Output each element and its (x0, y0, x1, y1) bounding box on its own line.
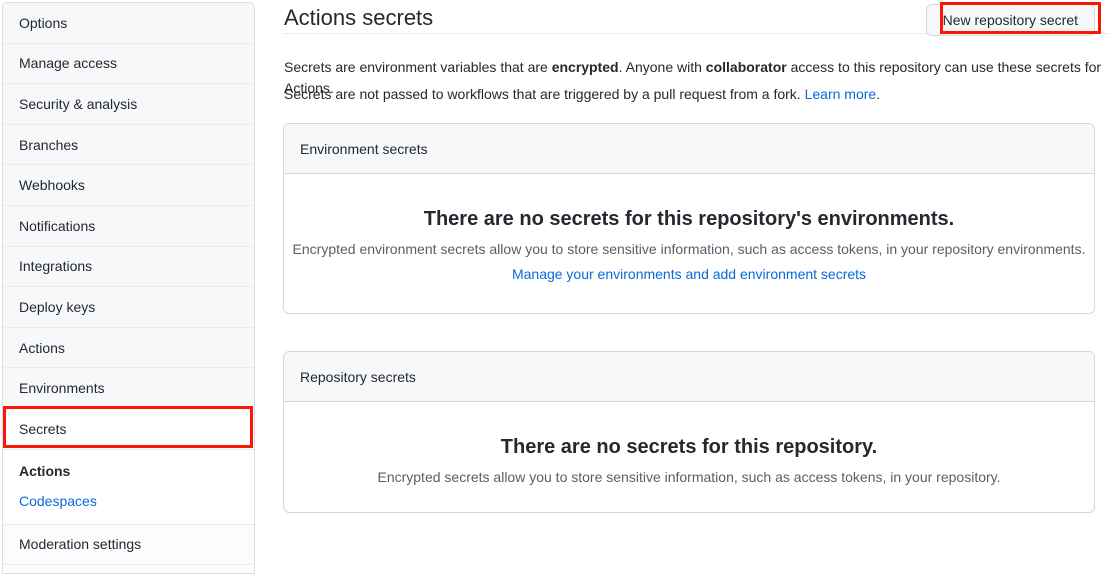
sidebar-item-webhooks[interactable]: Webhooks (3, 165, 254, 206)
card-title: Repository secrets (300, 368, 416, 385)
desc-text: Secrets are not passed to workflows that… (284, 86, 805, 102)
sidebar-item-label: Branches (19, 136, 79, 153)
sidebar-item-integrations[interactable]: Integrations (3, 246, 254, 288)
secrets-description-line-2: Secrets are not passed to workflows that… (284, 84, 880, 105)
environment-secrets-empty-state: There are no secrets for this repository… (284, 174, 1094, 312)
sidebar-item-label: Options (19, 14, 68, 31)
sidebar-item-label: Moderation settings (19, 536, 142, 553)
sidebar-item-label: Secrets (19, 420, 67, 437)
environment-secrets-card: Environment secrets There are no secrets… (283, 123, 1095, 314)
sidebar-subitem-codespaces[interactable]: Codespaces (19, 494, 238, 508)
sidebar-item-actions[interactable]: Actions (3, 327, 254, 369)
sidebar-item-branches[interactable]: Branches (3, 124, 254, 166)
sidebar-item-label: Webhooks (19, 177, 85, 194)
sidebar-item-label: Environments (19, 380, 105, 397)
page-title: Actions secrets (284, 5, 434, 30)
sidebar-item-deploy-keys[interactable]: Deploy keys (3, 287, 254, 328)
new-repository-secret-button[interactable]: New repository secret (925, 4, 1095, 36)
repository-secrets-card-header: Repository secrets (284, 352, 1094, 402)
environment-secrets-empty-subtitle: Encrypted environment secrets allow you … (292, 241, 1086, 257)
repository-secrets-empty-title: There are no secrets for this repository… (500, 436, 878, 458)
environment-secrets-card-header: Environment secrets (284, 124, 1094, 174)
repository-secrets-empty-state: There are no secrets for this repository… (284, 402, 1094, 511)
sidebar-item-environments[interactable]: Environments (3, 368, 254, 409)
main-content: Actions secrets New repository secret Se… (283, 0, 1109, 575)
sidebar-subitem-actions[interactable]: Actions (19, 464, 238, 478)
sidebar-item-security-analysis[interactable]: Security & analysis (3, 84, 254, 125)
settings-sidebar: Options Manage access Security & analysi… (2, 2, 255, 574)
desc-text: . Anyone with (618, 59, 706, 75)
page-header: Actions secrets New repository secret (283, 0, 1109, 36)
sidebar-item-secrets[interactable]: Secrets (3, 408, 254, 450)
sidebar-item-manage-access[interactable]: Manage access (3, 43, 254, 85)
sidebar-item-label: Notifications (19, 217, 96, 234)
new-repository-secret-wrapper: New repository secret (925, 4, 1095, 36)
sidebar-item-label: Deploy keys (19, 298, 96, 315)
card-title: Environment secrets (300, 140, 428, 157)
sidebar-item-label: Manage access (19, 55, 118, 72)
sidebar-item-label: Actions (19, 339, 65, 356)
sidebar-item-options[interactable]: Options (3, 3, 254, 44)
repository-secrets-empty-subtitle: Encrypted secrets allow you to store sen… (377, 469, 1001, 485)
sidebar-secrets-subnav: Actions Codespaces (3, 449, 254, 525)
desc-text: Secrets are environment variables that a… (284, 59, 552, 75)
manage-environments-link[interactable]: Manage your environments and add environ… (512, 266, 866, 282)
desc-text: . (876, 86, 881, 102)
sidebar-item-moderation-settings[interactable]: Moderation settings (3, 524, 254, 566)
repository-secrets-card: Repository secrets There are no secrets … (283, 351, 1095, 513)
manage-environments-link-wrapper: Manage your environments and add environ… (284, 266, 1094, 282)
sidebar-item-label: Security & analysis (19, 95, 138, 112)
sidebar-item-notifications[interactable]: Notifications (3, 205, 254, 247)
desc-bold-collaborator: collaborator (705, 59, 787, 75)
environment-secrets-empty-title: There are no secrets for this repository… (423, 208, 955, 230)
learn-more-link[interactable]: Learn more (805, 86, 877, 102)
desc-bold-encrypted: encrypted (551, 59, 619, 75)
sidebar-item-label: Integrations (19, 258, 93, 275)
